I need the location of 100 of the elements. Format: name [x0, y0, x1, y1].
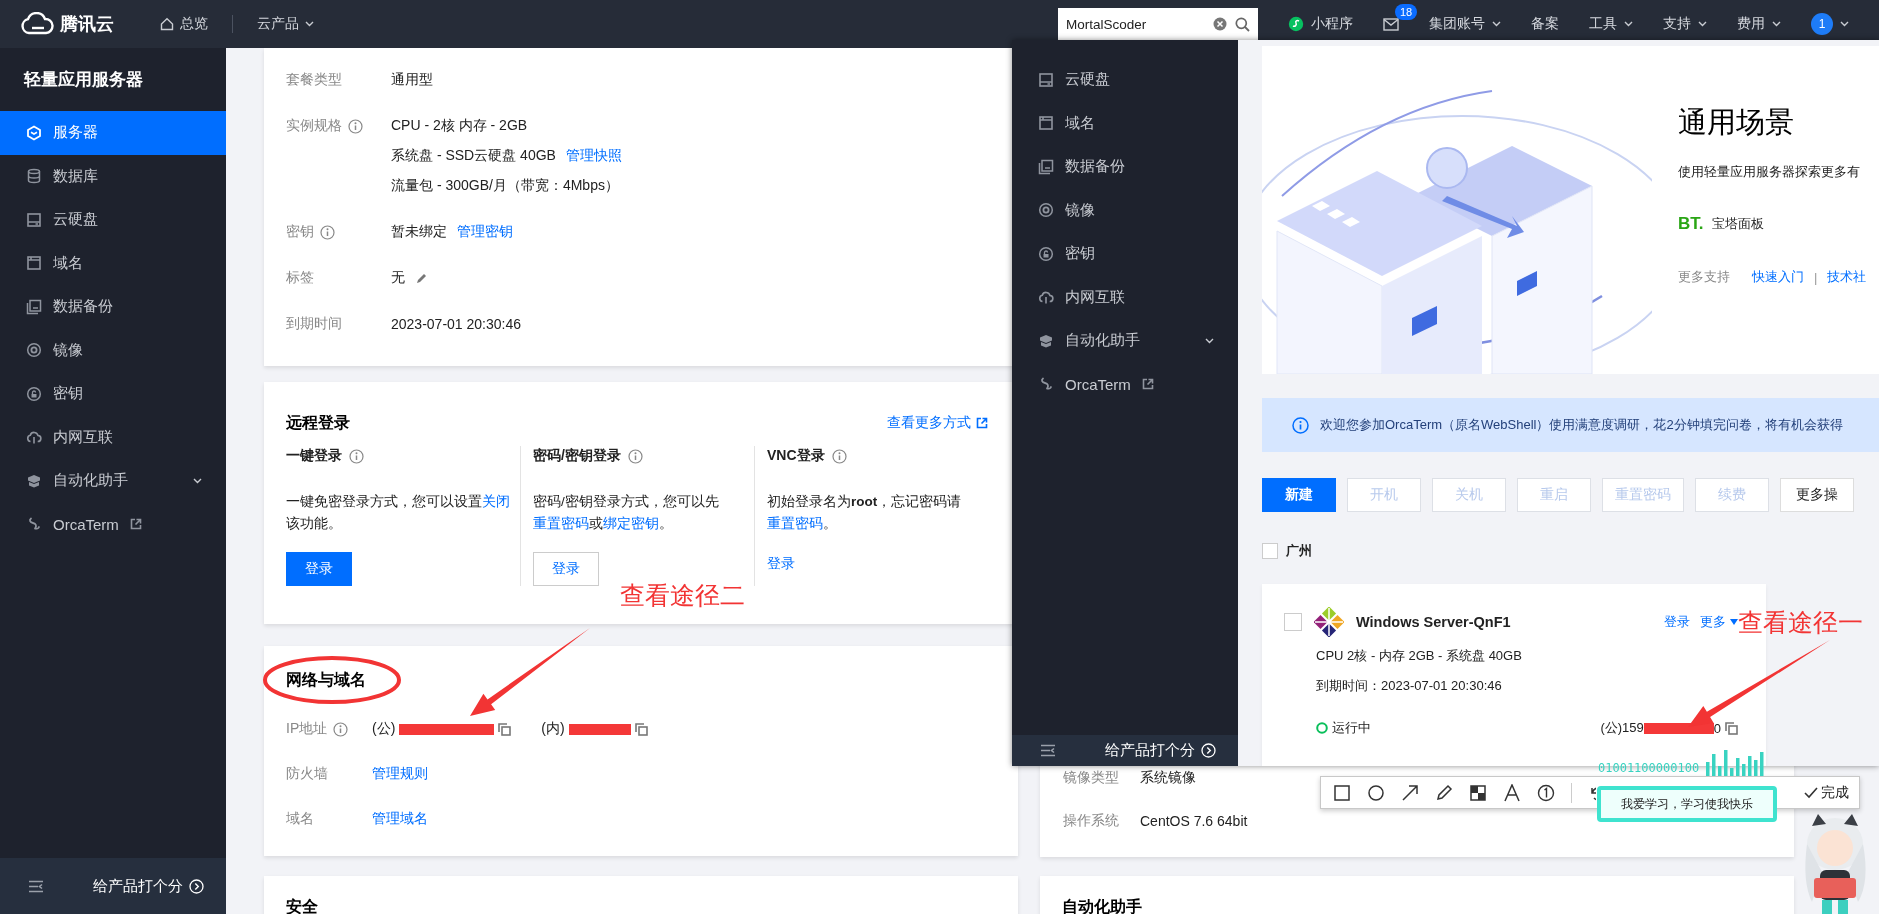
info-icon	[320, 224, 335, 240]
field-value: 系统盘 - SSD云硬盘 40GB	[391, 147, 556, 165]
sidebar-item[interactable]: 密钥	[0, 372, 226, 416]
checkbox[interactable]	[1284, 613, 1302, 631]
login-link[interactable]: 登录	[767, 552, 829, 576]
overview-link[interactable]: 总览	[160, 15, 208, 33]
sidebar-item[interactable]: 自动化助手	[1012, 319, 1238, 363]
sidebar-item[interactable]: 数据备份	[1012, 145, 1238, 189]
menu-dropdown[interactable]: 支持	[1663, 15, 1707, 33]
pinwheel-icon	[1314, 607, 1344, 637]
login-button[interactable]: 登录	[286, 552, 352, 586]
sidebar-footer[interactable]: 给产品打个分	[0, 858, 226, 914]
clear-icon[interactable]	[1213, 17, 1227, 31]
inline-link[interactable]: 重置密码	[533, 516, 589, 531]
card-title: 自动化助手	[1062, 896, 1143, 914]
collapse-icon[interactable]	[1040, 744, 1056, 757]
field-value: CentOS 7.6 64bit	[1140, 813, 1249, 829]
sidebar-item[interactable]: 域名	[0, 241, 226, 285]
action-button[interactable]: 更多操	[1780, 478, 1854, 512]
field-label: 域名	[286, 810, 314, 828]
pencil-icon[interactable]	[1435, 783, 1453, 802]
curve-icon	[1038, 376, 1054, 393]
action-button[interactable]: 新建	[1262, 478, 1336, 512]
square-icon[interactable]	[1333, 783, 1351, 802]
sidebar-footer[interactable]: 给产品打个分	[1012, 735, 1238, 766]
info-icon	[1292, 416, 1309, 434]
sidebar-item[interactable]: OrcaTerm	[1012, 362, 1238, 406]
done-button[interactable]: 完成	[1804, 783, 1849, 802]
external-link-icon	[976, 417, 988, 429]
checker-icon[interactable]	[1469, 783, 1487, 802]
sidebar-item[interactable]: 云硬盘	[1012, 58, 1238, 102]
support-link[interactable]: 快速入门	[1752, 268, 1804, 286]
login-link[interactable]: 登录	[1664, 613, 1690, 631]
field-label: 防火墙	[286, 765, 328, 783]
sidebar-item[interactable]: 内网互联	[1012, 275, 1238, 319]
sidebar-item[interactable]: 密钥	[1012, 232, 1238, 276]
field-link[interactable]: 管理域名	[372, 810, 428, 828]
inline-link[interactable]: 绑定密钥	[603, 516, 659, 531]
card-title: 网络与域名	[286, 669, 367, 690]
search-icon[interactable]	[1235, 16, 1250, 32]
expiry-time: 到期时间：2023-07-01 20:30:46	[1316, 677, 1503, 695]
collapse-icon[interactable]	[28, 879, 44, 893]
sidebar-title: 轻量应用服务器	[22, 69, 144, 91]
more-menu[interactable]: 更多	[1700, 613, 1738, 631]
field-link[interactable]: 管理快照	[565, 147, 622, 165]
login-button[interactable]: 登录	[533, 552, 599, 586]
sidebar-item[interactable]: OrcaTerm	[0, 502, 226, 546]
mail-icon[interactable]	[1383, 17, 1399, 31]
field-label: 操作系统	[1063, 812, 1120, 830]
sidebar-item[interactable]: 云硬盘	[0, 198, 226, 242]
products-menu[interactable]: 云产品	[257, 15, 314, 33]
sidebar-item[interactable]: 数据备份	[0, 285, 226, 329]
search-field[interactable]: MortalScoder	[1058, 8, 1258, 40]
sidebar-item[interactable]: 镜像	[1012, 188, 1238, 232]
instance-spec: CPU 2核 - 内存 2GB - 系统盘 40GB	[1316, 647, 1523, 665]
field-label: 到期时间	[286, 315, 342, 333]
leaf-icon	[1288, 16, 1304, 32]
card-title: 安全	[286, 896, 319, 914]
sidebar-item[interactable]: 内网互联	[0, 415, 226, 459]
sidebar-item[interactable]: 镜像	[0, 328, 226, 372]
chevron-down-icon	[1492, 21, 1501, 27]
sidebar-item[interactable]: 自动化助手	[0, 459, 226, 503]
brand-name: 腾讯云	[60, 13, 114, 36]
curve-icon	[26, 516, 42, 533]
support-label: 更多支持	[1678, 268, 1730, 286]
lock-icon	[1038, 245, 1054, 262]
external-link-icon	[1141, 378, 1154, 391]
avatar[interactable]: 1	[1811, 13, 1833, 35]
inline-link[interactable]: 重置密码	[767, 516, 823, 531]
info-icon	[348, 118, 363, 134]
numbered-circle-icon[interactable]	[1537, 783, 1555, 802]
field-value: 流量包 - 300GB/月（带宽：4Mbps）	[391, 177, 619, 195]
box-icon	[1038, 332, 1054, 349]
mini-program-link[interactable]: 小程序	[1288, 15, 1353, 33]
menu-dropdown[interactable]: 工具	[1589, 15, 1633, 33]
inline-link[interactable]: 关闭	[482, 494, 510, 509]
copy-icon[interactable]	[1725, 721, 1738, 735]
text-tool-icon[interactable]	[1503, 783, 1521, 802]
nav-link[interactable]: 备案	[1531, 15, 1559, 33]
copy-icon[interactable]	[498, 722, 512, 736]
ip-suffix: 0	[1713, 720, 1721, 736]
field-link[interactable]: 管理密钥	[457, 223, 513, 241]
sidebar-item[interactable]: 服务器	[0, 111, 226, 155]
field-value: 暂未绑定	[391, 223, 447, 241]
copy-icon[interactable]	[634, 722, 648, 736]
speech-bubble: 我爱学习，学习使我快乐	[1597, 786, 1777, 822]
menu-dropdown[interactable]: 集团账号	[1429, 15, 1501, 33]
cloud-logo-icon	[20, 12, 54, 36]
method-title: 密码/密钥登录	[533, 447, 621, 465]
checkbox[interactable]	[1262, 543, 1278, 559]
more-methods-link[interactable]: 查看更多方式	[887, 414, 988, 432]
menu-dropdown[interactable]: 费用	[1737, 15, 1781, 33]
app-logo: BT.	[1678, 214, 1704, 234]
region-label: 广州	[1286, 542, 1312, 560]
arrow-icon[interactable]	[1401, 783, 1419, 802]
circle-icon[interactable]	[1367, 783, 1385, 802]
sidebar-item[interactable]: 数据库	[0, 154, 226, 198]
field-link[interactable]: 管理规则	[372, 765, 428, 783]
sidebar-item[interactable]: 域名	[1012, 101, 1238, 145]
support-link[interactable]: 技术社	[1827, 268, 1867, 286]
